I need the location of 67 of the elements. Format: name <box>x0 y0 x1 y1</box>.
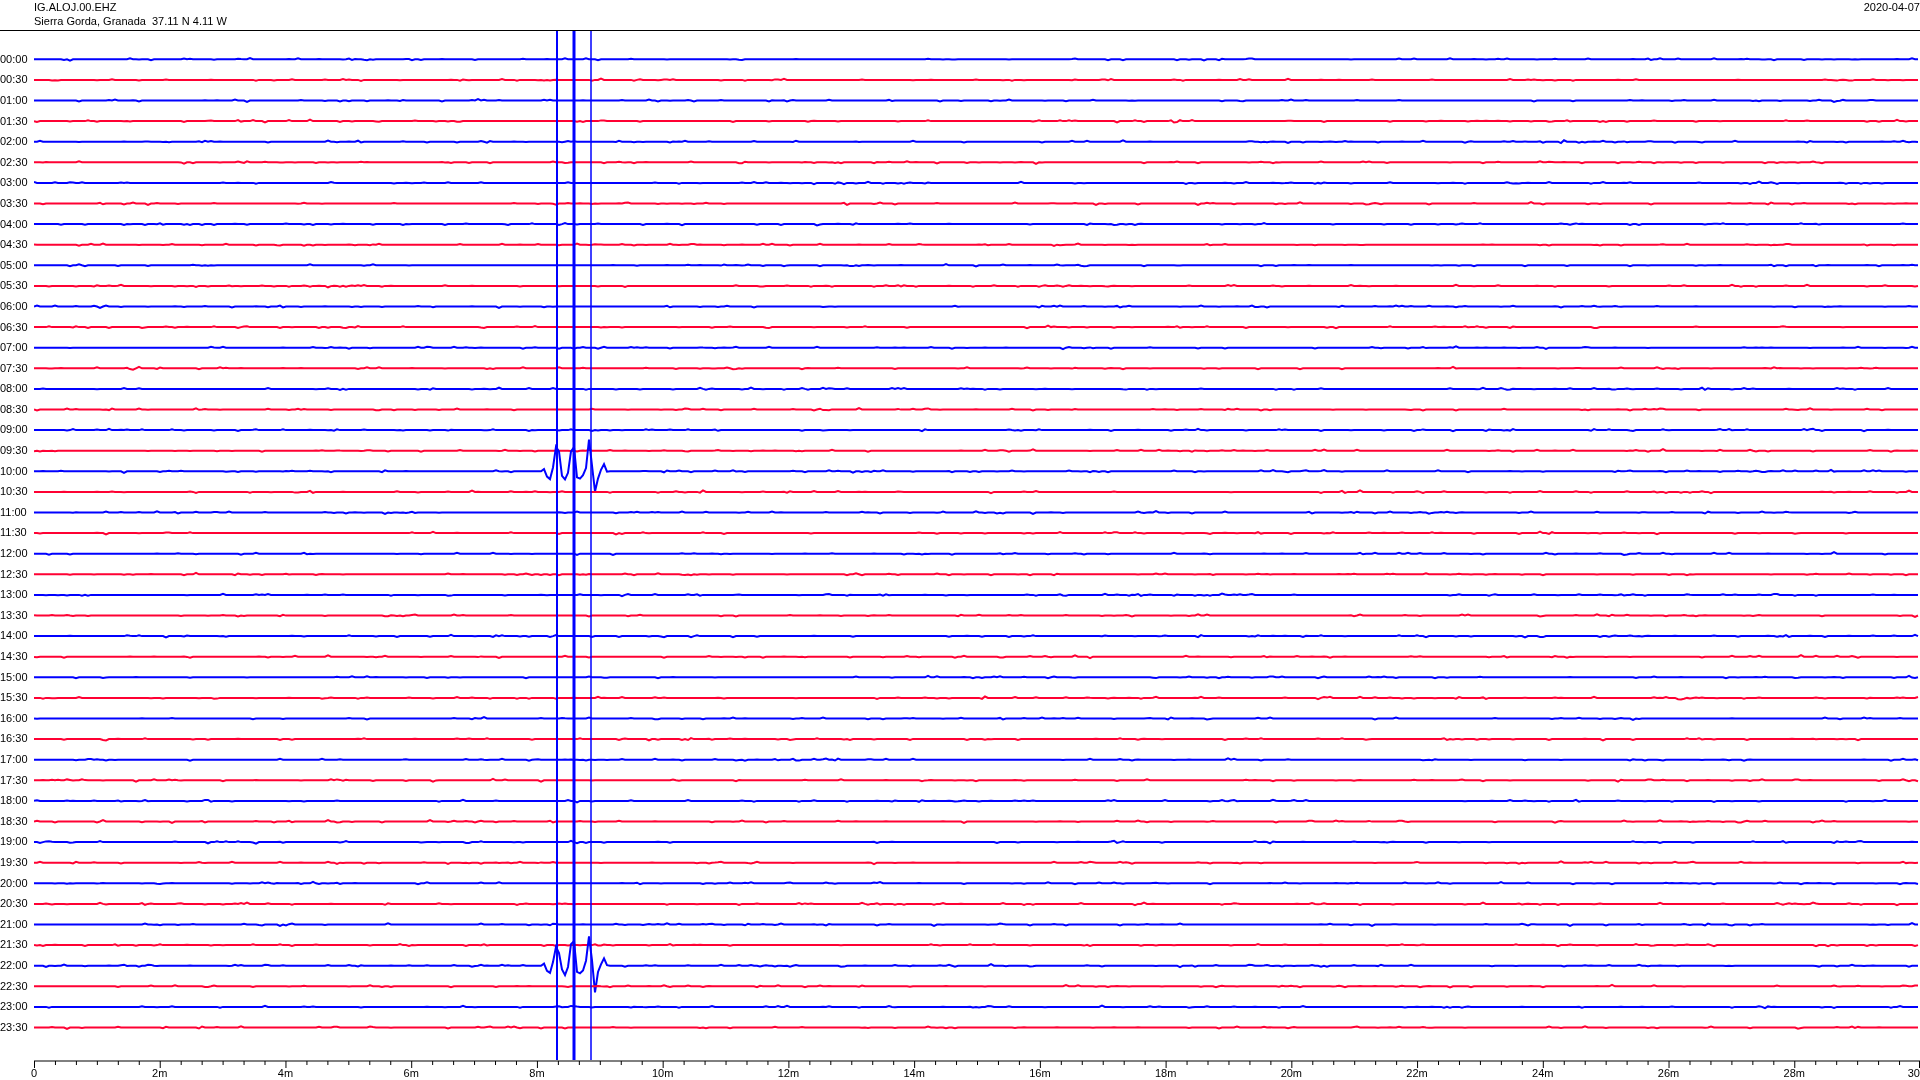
time-label: 18:00 <box>0 795 28 807</box>
time-label: 08:00 <box>0 383 28 395</box>
time-label: 23:00 <box>0 1001 28 1013</box>
time-label: 07:00 <box>0 342 28 354</box>
time-label: 09:30 <box>0 445 28 457</box>
axis-label: 6m <box>403 1068 419 1079</box>
axis-label: 28m <box>1783 1068 1805 1079</box>
time-label: 06:00 <box>0 300 28 312</box>
time-label: 22:00 <box>0 959 28 971</box>
time-label: 07:30 <box>0 362 28 374</box>
axis-label: 20m <box>1280 1068 1303 1079</box>
axis-label: 2m <box>152 1068 168 1079</box>
time-label: 09:00 <box>0 424 28 436</box>
time-label: 20:00 <box>0 877 28 889</box>
time-label: 00:00 <box>0 53 28 65</box>
time-label: 13:30 <box>0 609 28 621</box>
time-label: 01:00 <box>0 95 28 106</box>
time-label: 21:00 <box>0 918 28 930</box>
axis-label: 10m <box>651 1068 674 1079</box>
time-label: 23:30 <box>0 1021 28 1033</box>
time-label: 18:30 <box>0 815 28 827</box>
time-label: 10:30 <box>0 486 28 498</box>
axis-label: 18m <box>1154 1068 1177 1079</box>
axis-label: 8m <box>529 1068 545 1079</box>
axis-label: 4m <box>277 1068 294 1079</box>
time-label: 21:30 <box>0 939 28 951</box>
time-label: 15:00 <box>0 671 28 683</box>
time-label: 12:00 <box>0 548 28 560</box>
time-label: 00:30 <box>0 74 28 86</box>
time-label: 01:30 <box>0 115 28 127</box>
time-label: 12:30 <box>0 568 28 580</box>
time-label: 16:30 <box>0 733 28 745</box>
axis-label: 26m <box>1657 1068 1680 1079</box>
time-label: 11:30 <box>0 527 27 539</box>
plot-date: 2020-04-07 <box>1863 0 1920 14</box>
time-label: 22:30 <box>0 980 28 992</box>
axis-label: 16m <box>1029 1068 1051 1079</box>
axis-label: 24m <box>1532 1068 1554 1079</box>
time-label: 03:30 <box>0 197 28 209</box>
time-label: 03:00 <box>0 177 28 189</box>
axis-label: 22m <box>1406 1068 1428 1079</box>
time-label: 14:00 <box>0 630 28 642</box>
time-label: 08:30 <box>0 403 28 415</box>
axis-label: 30 <box>1907 1068 1920 1079</box>
time-label: 19:30 <box>0 856 28 868</box>
axis-label: 14m <box>903 1068 925 1079</box>
time-label: 15:30 <box>0 692 28 704</box>
time-label: 17:30 <box>0 774 28 786</box>
time-label: 05:30 <box>0 280 28 292</box>
time-label: 06:30 <box>0 321 28 333</box>
time-label: 13:00 <box>0 589 28 601</box>
time-label: 04:30 <box>0 239 28 251</box>
time-label: 11:00 <box>0 506 27 518</box>
time-label: 16:00 <box>0 712 28 724</box>
station-location: Sierra Gorda, Granada 37.11 N 4.11 W <box>34 14 227 28</box>
axis-label: 12m <box>777 1068 800 1079</box>
time-label: 05:00 <box>0 259 28 271</box>
time-label: 04:00 <box>0 218 28 230</box>
station-code: IG.ALOJ.00.EHZ <box>34 0 118 14</box>
time-label: 02:30 <box>0 156 28 168</box>
time-label: 19:00 <box>0 836 28 848</box>
time-label: 14:30 <box>0 651 28 662</box>
time-label: 02:00 <box>0 136 28 148</box>
time-label: 10:00 <box>0 465 28 477</box>
axis-label: 0 <box>31 1068 38 1079</box>
time-label: 17:00 <box>0 754 28 765</box>
time-label: 20:30 <box>0 898 28 910</box>
